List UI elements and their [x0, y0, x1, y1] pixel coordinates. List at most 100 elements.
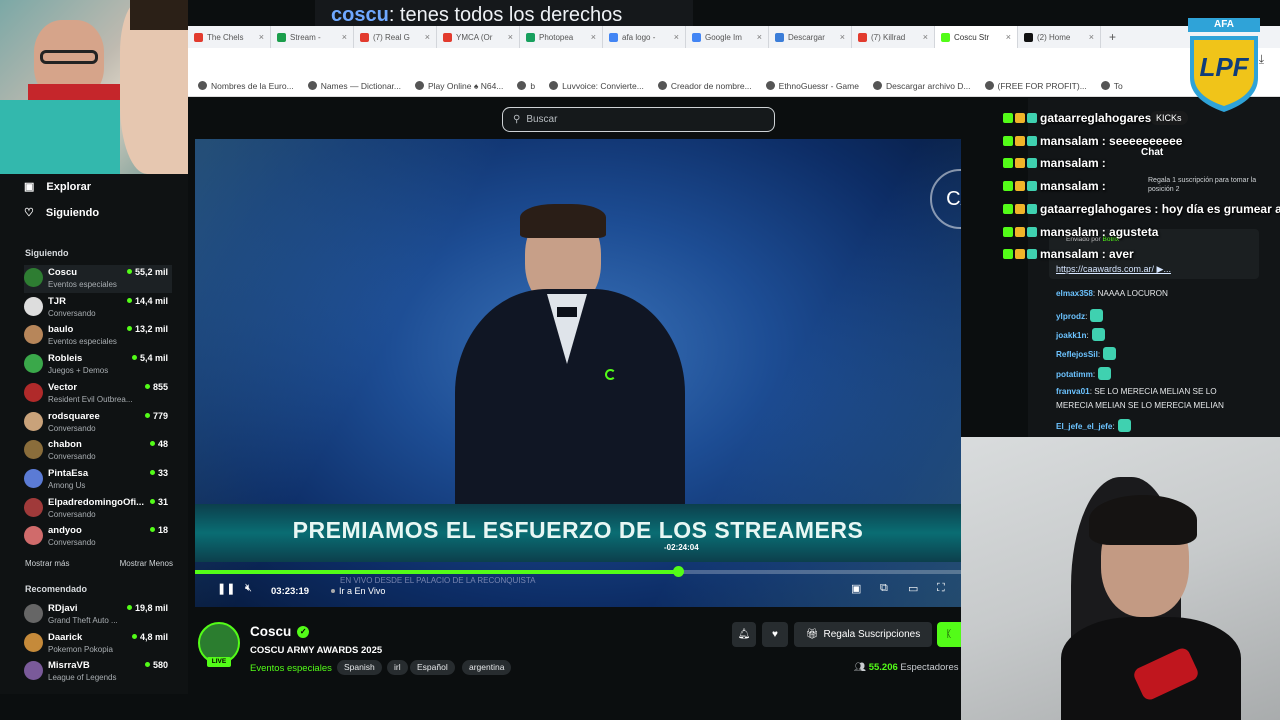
browser-tab[interactable]: The Chels ×	[188, 26, 271, 48]
browser-tab[interactable]: (2) Home ×	[1018, 26, 1101, 48]
close-icon[interactable]: ×	[757, 32, 762, 42]
browser-tab[interactable]: Photopea ×	[520, 26, 603, 48]
tag[interactable]: argentina	[462, 660, 512, 675]
bookmark-item[interactable]: Creador de nombre...	[657, 81, 752, 91]
go-live-button[interactable]: Ir a En Vivo	[331, 586, 385, 596]
chat-username[interactable]: ylprodz	[1056, 312, 1085, 321]
fullscreen-icon[interactable]: ⛶	[937, 582, 945, 595]
channel-category: Conversando	[48, 509, 96, 519]
show-more-link[interactable]: Mostrar más	[25, 559, 69, 568]
theater-mode-icon[interactable]: ▭	[908, 582, 918, 595]
sidebar-channel[interactable]: Coscu Eventos especiales 55,2 mil	[24, 265, 172, 293]
sidebar-channel[interactable]: chabon Conversando 48	[24, 437, 172, 465]
close-icon[interactable]: ×	[1089, 32, 1094, 42]
sidebar-channel[interactable]: MisrraVB League of Legends 580	[24, 658, 172, 686]
overlay-chat-line: gataarreglahogares	[1003, 111, 1154, 125]
heart-icon: ♡	[24, 207, 34, 219]
sidebar-channel[interactable]: rodsquaree Conversando 779	[24, 409, 172, 437]
close-icon[interactable]: ×	[1006, 32, 1011, 42]
close-icon[interactable]: ×	[425, 32, 430, 42]
tag[interactable]: Spanish	[337, 660, 382, 675]
bookmark-item[interactable]: Play Online ♠ N64...	[415, 81, 503, 91]
channel-category: League of Legends	[48, 673, 117, 683]
chat-username[interactable]: ReflejosSil	[1056, 350, 1098, 359]
chat-username[interactable]: El_jefe_el_jefe	[1056, 422, 1112, 431]
browser-tab[interactable]: (7) Killrad ×	[852, 26, 935, 48]
sidebar-channel[interactable]: Vector Resident Evil Outbrea... 855	[24, 380, 172, 408]
streamer-name[interactable]: Coscu ✓	[250, 624, 310, 639]
browser-tab[interactable]: Stream - ×	[271, 26, 354, 48]
bookmark-favicon-icon	[765, 81, 775, 90]
browser-tab[interactable]: YMCA (Or ×	[437, 26, 520, 48]
browser-tab[interactable]: (7) Real G ×	[354, 26, 437, 48]
close-icon[interactable]: ×	[591, 32, 596, 42]
channel-viewers: 855	[145, 382, 168, 392]
follow-button[interactable]: ᛕ	[937, 622, 961, 647]
tab-favicon-icon	[692, 32, 701, 42]
bookmark-item[interactable]: EthnoGuessr - Game	[765, 81, 859, 91]
clip-icon[interactable]: ⧉	[880, 582, 888, 595]
close-icon[interactable]: ×	[923, 32, 928, 42]
sidebar-channel[interactable]: baulo Eventos especiales 13,2 mil	[24, 322, 172, 350]
pause-icon[interactable]: ❚❚	[217, 582, 235, 595]
chat-username[interactable]: elmax358	[1056, 289, 1093, 298]
bookmark-item[interactable]: Names — Dictionar...	[307, 81, 401, 91]
close-icon[interactable]: ×	[674, 32, 679, 42]
search-input[interactable]: ⚲ Buscar	[502, 107, 775, 132]
bookmark-item[interactable]: Luvvoice: Convierte...	[549, 81, 644, 91]
sidebar-channel[interactable]: RDjavi Grand Theft Auto ... 19,8 mil	[24, 601, 172, 629]
nav-following[interactable]: ♡ Siguiendo	[24, 206, 99, 220]
kick-badge-icon	[1003, 135, 1013, 146]
chat-username[interactable]: franva01	[1056, 387, 1090, 396]
chat-username[interactable]: joakk1n	[1056, 331, 1087, 340]
channel-viewers: 18	[150, 525, 168, 535]
sidebar-channel[interactable]: PintaEsa Among Us 33	[24, 466, 172, 494]
channel-avatar	[24, 604, 43, 623]
streamer-name-label: Coscu	[250, 624, 292, 639]
new-tab-button[interactable]: +	[1101, 30, 1124, 44]
bookmark-item[interactable]: b	[517, 81, 535, 91]
browser-address-bar[interactable]	[188, 48, 1280, 75]
browser-tab[interactable]: Google Im ×	[686, 26, 769, 48]
bell-icon: 🔔︎	[737, 629, 751, 640]
bookmark-item[interactable]: (FREE FOR PROFIT)...	[984, 81, 1087, 91]
chat-message: potatimm:	[1056, 367, 1112, 380]
pinned-message-link[interactable]: https://caawards.com.ar/ ▶...	[1056, 264, 1171, 275]
chat-message: joakk1n:	[1056, 328, 1105, 341]
stream-title: COSCU ARMY AWARDS 2025	[250, 645, 383, 656]
chat-badges	[1003, 203, 1037, 214]
browser-tab[interactable]: Descargar ×	[769, 26, 852, 48]
channel-name: ElpadredomingoOfi...	[48, 496, 144, 508]
sidebar-channel[interactable]: TJR Conversando 14,4 mil	[24, 294, 172, 322]
bookmark-item[interactable]: Descargar archivo D...	[872, 81, 971, 91]
close-icon[interactable]: ×	[342, 32, 347, 42]
bookmark-item[interactable]: To	[1100, 81, 1123, 91]
gift-subs-button[interactable]: 🎁︎ Regala Suscripciones	[794, 622, 932, 647]
sidebar-channel[interactable]: ElpadredomingoOfi... Conversando 31	[24, 495, 172, 523]
sidebar-channel[interactable]: andyoo Conversando 18	[24, 523, 172, 551]
close-icon[interactable]: ×	[259, 32, 264, 42]
pip-icon[interactable]: ▣	[851, 582, 861, 595]
browser-tab-label: (2) Home	[1037, 32, 1071, 42]
progress-handle[interactable]	[672, 566, 684, 577]
tag[interactable]: Español	[410, 660, 455, 675]
show-less-link[interactable]: Mostrar Menos	[120, 559, 173, 568]
notification-bell-button[interactable]: 🔔︎	[732, 622, 756, 647]
browser-tab[interactable]: Coscu Str ×	[935, 26, 1018, 48]
close-icon[interactable]: ×	[840, 32, 845, 42]
stream-category[interactable]: Eventos especiales	[250, 663, 332, 674]
chat-username[interactable]: potatimm	[1056, 370, 1093, 379]
bookmark-label: Play Online ♠ N64...	[428, 80, 504, 91]
progress-bar[interactable]	[195, 566, 961, 577]
browser-tab[interactable]: afa logo - ×	[603, 26, 686, 48]
channel-category: Conversando	[48, 452, 96, 462]
sidebar-channel[interactable]: Robleis Juegos + Demos 5,4 mil	[24, 351, 172, 379]
favorite-button[interactable]: ♥	[762, 622, 788, 647]
mute-icon[interactable]: 🔇︎	[245, 582, 252, 595]
nav-explore[interactable]: ▣ Explorar	[24, 180, 91, 194]
close-icon[interactable]: ×	[508, 32, 513, 42]
bookmark-item[interactable]: Nombres de la Euro...	[198, 81, 294, 91]
channel-avatar	[24, 325, 43, 345]
sidebar-channel[interactable]: Daarick Pokemon Pokopia 4,8 mil	[24, 630, 172, 658]
tag[interactable]: irl	[387, 660, 408, 675]
